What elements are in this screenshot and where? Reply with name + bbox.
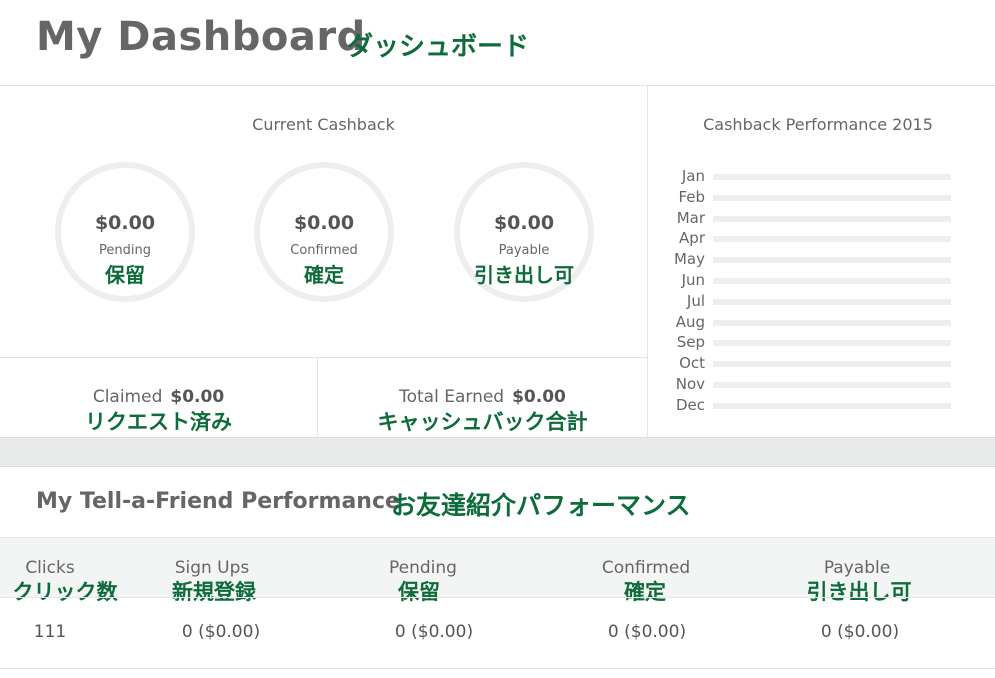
claimed-value: $0.00 xyxy=(170,387,225,407)
claimed-label: Claimed xyxy=(92,387,163,407)
month-label: Apr xyxy=(679,229,705,248)
table-row: 111 0 ($0.00) 0 ($0.00) 0 ($0.00) 0 ($0.… xyxy=(0,597,995,669)
claimed-label-translation: リクエスト済み xyxy=(85,410,232,434)
month-label: Sep xyxy=(676,333,705,352)
payable-label-translation: 引き出し可 xyxy=(474,263,574,287)
month-bar xyxy=(713,402,951,409)
month-bar xyxy=(713,257,951,264)
payable-cashback-circle: $0.00 Payable 引き出し可 xyxy=(454,162,594,302)
page-title-translation: ダッシュボード xyxy=(347,32,530,62)
month-row: Nov xyxy=(648,375,995,395)
confirmed-cashback-circle: $0.00 Confirmed 確定 xyxy=(254,162,394,302)
cell-payable: 0 ($0.00) xyxy=(820,622,900,642)
month-row: Mar xyxy=(648,209,995,229)
page-title: My Dashboard xyxy=(36,14,366,60)
total-earned-label: Total Earned xyxy=(399,387,505,407)
month-bar xyxy=(713,319,951,326)
cell-confirmed: 0 ($0.00) xyxy=(607,622,687,642)
section-divider xyxy=(0,437,995,467)
month-label: Mar xyxy=(676,208,705,227)
page-header: My Dashboard ダッシュボード xyxy=(0,0,995,86)
confirmed-label-translation: 確定 xyxy=(304,263,344,287)
month-label: May xyxy=(673,250,705,269)
tell-a-friend-title-translation: お友達紹介パフォーマンス xyxy=(391,491,691,520)
cell-pending: 0 ($0.00) xyxy=(394,622,474,642)
month-bar xyxy=(713,236,951,243)
pending-cashback-circle: $0.00 Pending 保留 xyxy=(55,162,195,302)
month-row: Apr xyxy=(648,229,995,249)
total-earned-value: $0.00 xyxy=(512,387,566,407)
tell-a-friend-title: My Tell-a-Friend Performance xyxy=(36,489,400,514)
column-header-payable: Payable xyxy=(823,558,891,578)
month-bar xyxy=(713,298,951,305)
month-label: Nov xyxy=(675,375,705,393)
total-earned-label-translation: キャッシュバック合計 xyxy=(377,410,588,434)
month-row: May xyxy=(648,250,995,270)
month-label: Oct xyxy=(679,354,705,373)
month-label: Feb xyxy=(678,187,705,206)
month-label: Jun xyxy=(681,271,705,289)
month-row: Jun xyxy=(648,271,995,291)
confirmed-label: Confirmed xyxy=(290,243,358,258)
pending-label-translation: 保留 xyxy=(105,263,145,287)
payable-amount: $0.00 xyxy=(493,212,555,234)
claimed-summary: Claimed $0.00 リクエスト済み xyxy=(0,358,318,438)
month-row: Oct xyxy=(648,354,995,374)
column-header-confirmed: Confirmed xyxy=(601,558,691,578)
month-bar xyxy=(713,194,951,201)
month-row: Dec xyxy=(648,396,995,416)
month-row: Aug xyxy=(648,313,995,333)
cashback-performance-title: Cashback Performance 2015 xyxy=(703,115,933,134)
month-bar xyxy=(713,215,951,222)
month-bar xyxy=(713,340,951,347)
confirmed-amount: $0.00 xyxy=(293,212,355,234)
month-bar xyxy=(713,174,951,180)
month-label: Dec xyxy=(675,395,705,414)
pending-amount: $0.00 xyxy=(94,212,156,234)
month-row: Jul xyxy=(648,292,995,312)
cashback-summary: Claimed $0.00 リクエスト済み Total Earned $0.00 キ… xyxy=(0,357,647,438)
tell-a-friend-table-header: Clicks クリック数 Sign Ups 新規登録 Pending 保留 Co… xyxy=(0,537,995,604)
current-cashback-panel: Current Cashback $0.00 Pending 保留 $0.00 … xyxy=(0,85,648,438)
cashback-performance-panel: Cashback Performance 2015 Jan Feb Mar Apr Ma… xyxy=(648,85,995,437)
payable-label: Payable xyxy=(498,243,550,258)
month-bar xyxy=(713,278,951,284)
month-row: Jan xyxy=(648,167,995,187)
month-row: Feb xyxy=(648,188,995,208)
month-bar xyxy=(713,361,951,368)
current-cashback-title: Current Cashback xyxy=(252,115,395,134)
month-label: Aug xyxy=(675,312,705,331)
cell-sign-ups: 0 ($0.00) xyxy=(181,622,261,642)
column-header-sign-ups: Sign Ups xyxy=(174,558,250,578)
month-bar xyxy=(713,382,951,388)
month-label: Jul xyxy=(686,291,705,310)
total-earned-summary: Total Earned $0.00 キャッシュバック合計 xyxy=(318,358,647,438)
month-label: Jan xyxy=(681,167,705,185)
pending-label: Pending xyxy=(99,243,151,258)
column-header-pending: Pending xyxy=(389,558,457,578)
month-row: Sep xyxy=(648,333,995,353)
